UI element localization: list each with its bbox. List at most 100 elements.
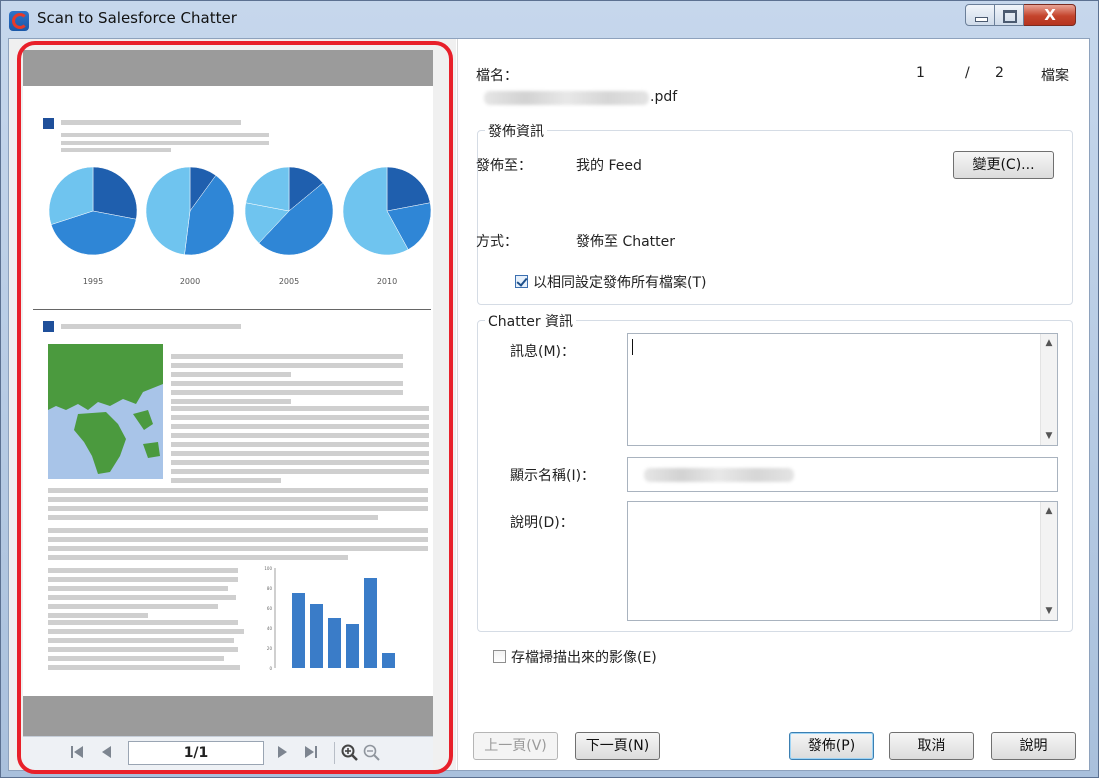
document-preview[interactable]: 1995 2000 2005 2010 100 80 60 40 20 0 xyxy=(23,86,433,696)
bar xyxy=(292,593,305,668)
last-page-icon[interactable] xyxy=(304,744,318,764)
display-name-label: 顯示名稱(I)： xyxy=(510,468,596,484)
text-line xyxy=(61,120,241,125)
next-page-icon[interactable] xyxy=(277,744,289,764)
filename-redacted xyxy=(484,91,649,105)
text-line xyxy=(48,647,238,652)
text-line xyxy=(48,488,428,493)
text-line xyxy=(48,613,148,618)
text-line xyxy=(171,478,281,483)
scroll-down-icon[interactable]: ▼ xyxy=(1041,606,1057,616)
file-counter-current: 1 xyxy=(916,65,925,81)
text-line xyxy=(171,372,291,377)
pie-year-label: 2005 xyxy=(279,277,299,286)
bar xyxy=(346,624,359,668)
display-name-redacted xyxy=(644,468,794,482)
text-line xyxy=(48,528,428,533)
same-settings-checkbox[interactable] xyxy=(515,275,528,288)
toolbar-separator xyxy=(334,742,335,764)
text-line xyxy=(48,586,228,591)
pie-year-label: 2010 xyxy=(377,277,397,286)
prev-page-icon[interactable] xyxy=(100,744,112,764)
bar-chart: 100 80 60 40 20 0 xyxy=(264,566,395,671)
display-name-field[interactable] xyxy=(627,457,1058,492)
post-to-label: 發佈至： xyxy=(476,158,532,174)
text-line xyxy=(48,638,234,643)
text-line xyxy=(171,390,403,395)
pie-slice xyxy=(145,166,191,255)
bar-tick-label: 0 xyxy=(269,666,272,671)
text-line xyxy=(61,141,269,145)
window-title: Scan to Salesforce Chatter xyxy=(37,9,237,27)
text-line xyxy=(171,451,429,456)
publish-button[interactable]: 發佈(P) xyxy=(789,732,874,760)
cancel-button[interactable]: 取消 xyxy=(889,732,974,760)
zoom-out-icon[interactable] xyxy=(363,744,381,766)
pane-divider[interactable] xyxy=(457,39,458,770)
bar-tick-label: 60 xyxy=(267,606,273,611)
title-bar[interactable]: Scan to Salesforce Chatter X xyxy=(1,1,1098,39)
close-button[interactable]: X xyxy=(1024,4,1076,26)
help-button[interactable]: 說明 xyxy=(991,732,1076,760)
minimize-button[interactable] xyxy=(965,4,995,26)
prev-page-button[interactable]: 上一頁(V) xyxy=(473,732,558,760)
text-line xyxy=(48,595,236,600)
chatter-info-title: Chatter 資訊 xyxy=(485,311,577,331)
change-button[interactable]: 變更(C)... xyxy=(953,151,1054,179)
pie-slice xyxy=(92,166,138,220)
description-label: 說明(D)： xyxy=(510,515,574,531)
text-line xyxy=(48,577,238,582)
method-label: 方式： xyxy=(476,234,518,250)
scroll-up-icon[interactable]: ▲ xyxy=(1041,338,1057,348)
text-line xyxy=(48,620,238,625)
pie-charts: 1995 2000 2005 2010 xyxy=(48,166,432,286)
text-line xyxy=(171,363,403,368)
description-scrollbar[interactable]: ▲ ▼ xyxy=(1040,502,1057,620)
text-line xyxy=(171,381,403,386)
page-indicator[interactable]: 1/1 xyxy=(128,741,264,765)
text-caret xyxy=(632,339,633,355)
pie-year-label: 2000 xyxy=(180,277,200,286)
text-line xyxy=(48,537,428,542)
same-settings-label[interactable]: 以相同設定發佈所有檔案(T) xyxy=(533,272,706,292)
scroll-down-icon[interactable]: ▼ xyxy=(1041,431,1057,441)
filename-label: 檔名： xyxy=(476,68,518,84)
save-images-checkbox[interactable] xyxy=(493,650,506,663)
text-line xyxy=(61,148,171,152)
message-textarea[interactable]: ▲ ▼ xyxy=(627,333,1058,446)
file-counter-unit: 檔案 xyxy=(1041,68,1069,84)
text-line xyxy=(61,133,269,137)
file-counter-total: 2 xyxy=(995,65,1004,81)
bar-tick-label: 100 xyxy=(264,566,272,571)
text-line xyxy=(171,354,403,359)
text-line xyxy=(61,324,241,329)
zoom-in-icon[interactable] xyxy=(341,744,359,766)
message-scrollbar[interactable]: ▲ ▼ xyxy=(1040,334,1057,445)
publish-info-title: 發佈資訊 xyxy=(485,121,547,141)
section-marker xyxy=(43,321,54,332)
text-line xyxy=(171,415,429,420)
bar xyxy=(382,653,395,668)
text-line xyxy=(171,469,429,474)
bar xyxy=(364,578,377,668)
text-line xyxy=(48,515,378,520)
preview-margin-top xyxy=(23,50,433,86)
maximize-button[interactable] xyxy=(995,4,1024,26)
text-line xyxy=(48,568,238,573)
world-map-image xyxy=(48,344,163,479)
divider-rule xyxy=(33,309,431,310)
next-page-button[interactable]: 下一頁(N) xyxy=(575,732,660,760)
description-textarea[interactable]: ▲ ▼ xyxy=(627,501,1058,621)
first-page-icon[interactable] xyxy=(70,744,84,764)
save-images-label[interactable]: 存檔掃描出來的影像(E) xyxy=(511,647,657,667)
file-counter-separator: / xyxy=(965,65,970,81)
preview-margin-bottom xyxy=(23,696,433,736)
text-line xyxy=(48,604,218,609)
text-line xyxy=(48,656,224,661)
post-to-value: 我的 Feed xyxy=(576,158,642,174)
filename-extension: .pdf xyxy=(650,89,678,105)
scroll-up-icon[interactable]: ▲ xyxy=(1041,506,1057,516)
text-line xyxy=(48,497,428,502)
app-icon xyxy=(9,11,29,31)
bar-tick-label: 80 xyxy=(267,586,273,591)
